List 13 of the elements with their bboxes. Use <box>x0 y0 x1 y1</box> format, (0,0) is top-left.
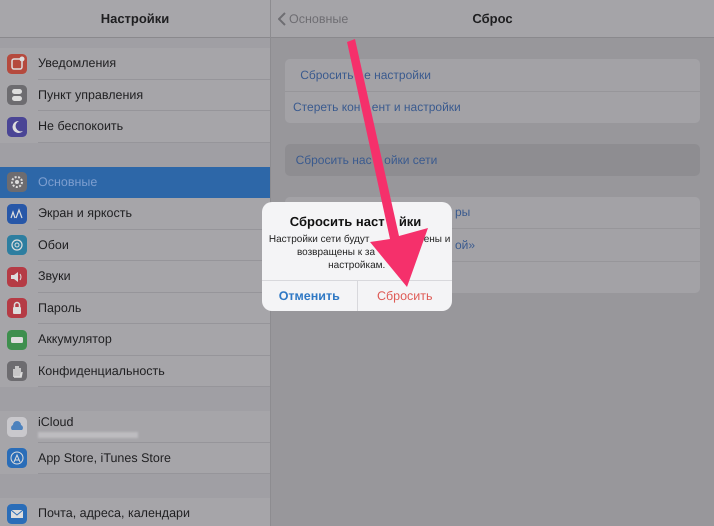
alert-title: Сбросить наст йки <box>288 214 422 229</box>
sidebar-item[interactable]: Аккумулятор <box>0 324 270 356</box>
sidebar-item[interactable]: Пункт управления <box>0 80 270 111</box>
sidebar-title: Настройки <box>100 11 170 26</box>
sidebar-item[interactable]: Конфиденциальность <box>0 356 270 387</box>
chevron-icon <box>278 12 286 26</box>
sidebar-item[interactable]: Почта, адреса, календари <box>0 498 270 526</box>
cancel-button[interactable]: Отменить <box>262 281 356 311</box>
sidebar-item[interactable]: Уведомления <box>0 48 270 80</box>
sidebar-item[interactable]: Не беспокоить <box>0 111 270 142</box>
sidebar-item[interactable]: App Store, iTunes Store <box>0 442 270 474</box>
sidebar-item[interactable]: iCloud <box>0 411 270 442</box>
page-title: Сброс <box>472 11 513 26</box>
